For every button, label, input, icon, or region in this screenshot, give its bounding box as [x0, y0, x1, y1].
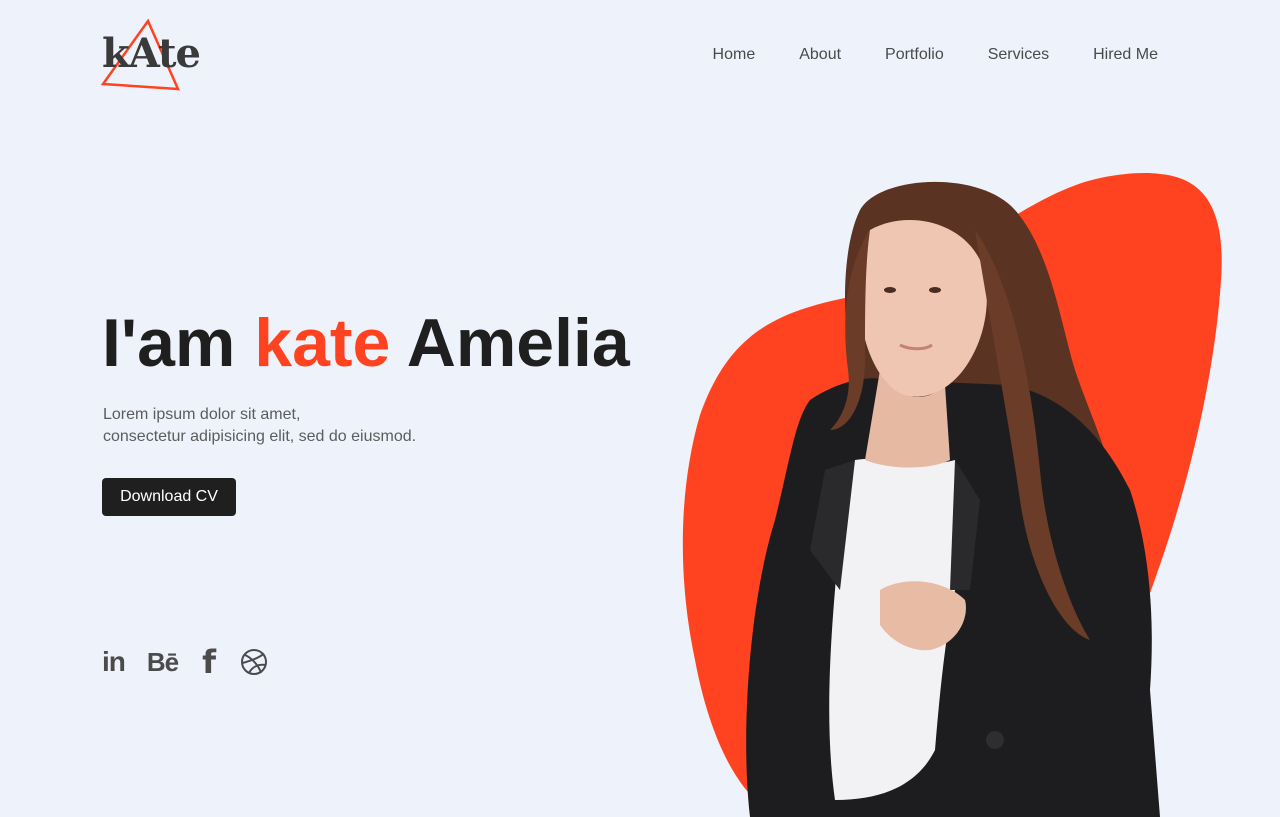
dribbble-icon[interactable] — [240, 645, 268, 679]
hero-description: Lorem ipsum dolor sit amet, consectetur … — [103, 404, 416, 448]
hero-description-line-2: consectetur adipisicing elit, sed do eiu… — [103, 428, 417, 445]
behance-icon[interactable]: Bē — [147, 645, 179, 679]
nav-item-about[interactable]: About — [799, 45, 841, 65]
download-cv-button[interactable]: Download CV — [102, 478, 236, 516]
logo-text: kAte — [102, 30, 201, 77]
hero-title-prefix: I'am — [102, 305, 236, 381]
hero-title-accent: kate — [254, 305, 391, 381]
main-nav: Home About Portfolio Services Hired Me — [713, 45, 1158, 65]
nav-item-services[interactable]: Services — [988, 45, 1049, 65]
hero-title-suffix: Amelia — [406, 305, 630, 381]
nav-item-home[interactable]: Home — [713, 45, 756, 65]
hero-title: I'am kate Amelia — [102, 303, 630, 383]
logo[interactable]: kAte — [100, 18, 201, 94]
facebook-icon[interactable]: f — [200, 643, 218, 681]
hero-description-line-1: Lorem ipsum dolor sit amet, — [103, 406, 301, 423]
nav-item-portfolio[interactable]: Portfolio — [885, 45, 944, 65]
social-links: in Bē f — [102, 643, 290, 681]
profile-photo — [746, 181, 1160, 817]
nav-item-hired-me[interactable]: Hired Me — [1093, 45, 1158, 65]
portfolio-page: kAte Home About Portfolio Services Hired… — [0, 0, 1280, 817]
dribbble-glyph — [241, 649, 268, 675]
linkedin-icon[interactable]: in — [102, 645, 126, 679]
